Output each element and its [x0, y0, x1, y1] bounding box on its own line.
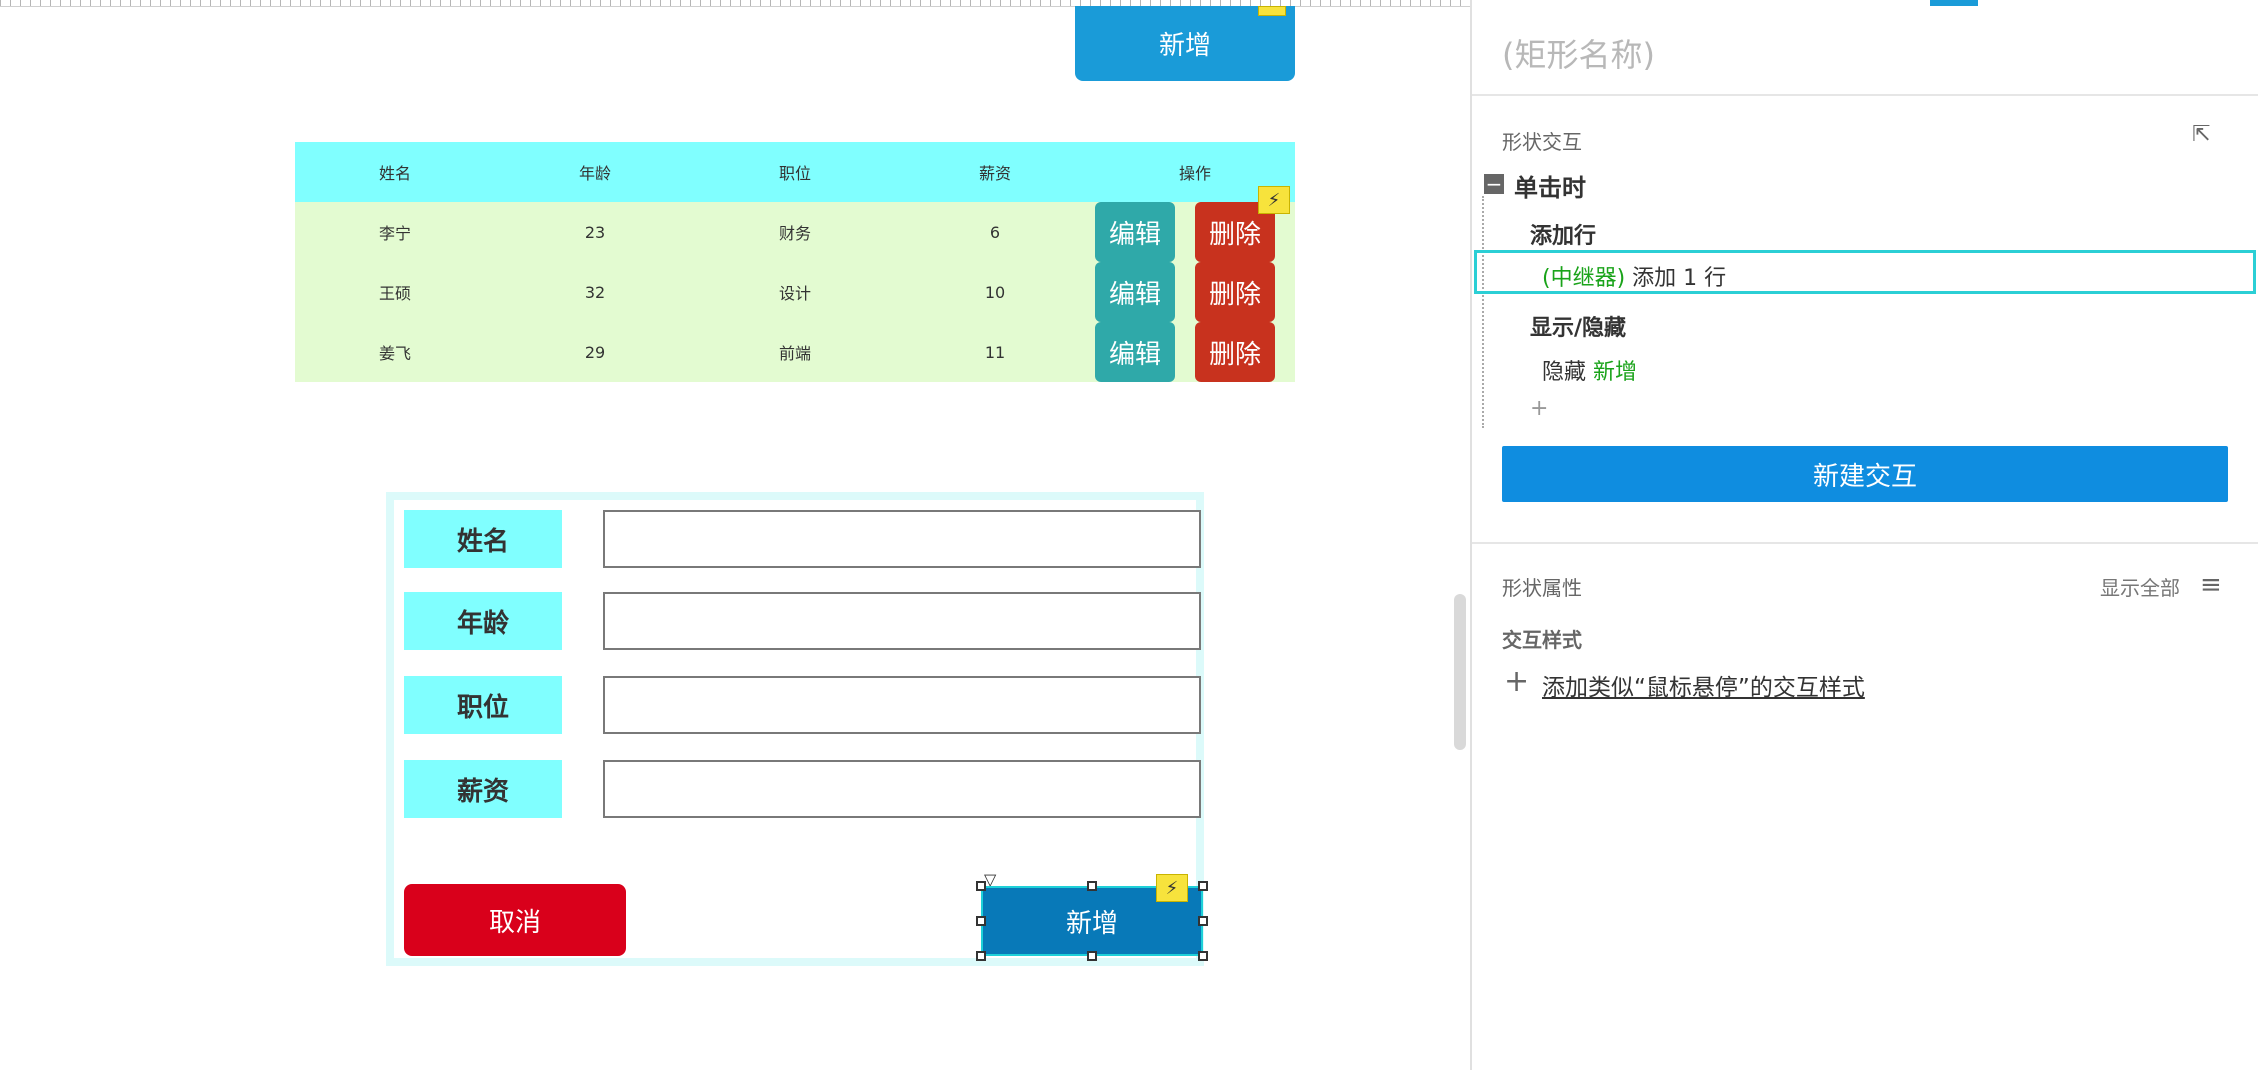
new-interaction-button[interactable]: 新建交互	[1502, 446, 2228, 502]
cell-name: 李宁	[378, 224, 411, 243]
cell-name: 姜飞	[378, 344, 411, 363]
label-age: 年龄	[404, 592, 562, 650]
delete-button[interactable]: 删除	[1195, 262, 1275, 322]
repeater-table: 姓名 年龄 职位 薪资 操作 李宁 23 财务 6 编辑 删除 王硕 32 设计…	[295, 142, 1295, 382]
cell-position: 设计	[778, 284, 811, 303]
inspector-panel: (矩形名称) 形状交互 ⇱ − 单击时 添加行 (中继器) 添加 1 行 显示/…	[1470, 0, 2258, 1070]
resize-handle[interactable]	[976, 951, 986, 961]
lightning-icon: ⚡	[1156, 874, 1188, 902]
cell-age: 23	[584, 222, 606, 242]
shape-name-field[interactable]: (矩形名称)	[1502, 30, 1655, 76]
shape-properties-label: 形状属性	[1502, 576, 1582, 600]
cell-salary: 11	[984, 342, 1006, 362]
divider	[1472, 542, 2258, 544]
show-all-link[interactable]: 显示全部	[2100, 572, 2180, 601]
header-position: 职位	[778, 164, 811, 183]
input-form: 姓名 年龄 职位 薪资 取消 ▽ 新增 ⚡	[386, 492, 1208, 966]
edit-button[interactable]: 编辑	[1095, 322, 1175, 382]
salary-input[interactable]	[603, 760, 1201, 818]
label-name: 姓名	[404, 510, 562, 568]
resize-handle[interactable]	[1087, 951, 1097, 961]
plus-icon[interactable]: +	[1504, 664, 1529, 699]
resize-handle[interactable]	[976, 916, 986, 926]
name-input[interactable]	[603, 510, 1201, 568]
action-prefix: 隐藏	[1542, 360, 1593, 385]
add-action-plus-icon[interactable]: +	[1530, 396, 1548, 421]
resize-handle[interactable]	[976, 881, 986, 891]
position-input[interactable]	[603, 676, 1201, 734]
event-on-click[interactable]: 单击时	[1514, 168, 1586, 203]
add-interaction-style-link[interactable]: 添加类似“鼠标悬停”的交互样式	[1542, 668, 1865, 702]
table-header-row: 姓名 年龄 职位 薪资 操作	[295, 142, 1295, 202]
canvas-scrollbar[interactable]	[1454, 594, 1466, 750]
cell-position: 前端	[778, 344, 811, 363]
table-row: 王硕 32 设计 10 编辑 删除	[295, 262, 1295, 322]
cell-age: 29	[584, 342, 606, 362]
panel-tab-indicator	[1930, 0, 1978, 6]
select-corner-icon[interactable]: ⇱	[2192, 122, 2222, 148]
action-show-hide[interactable]: 显示/隐藏	[1530, 310, 1626, 342]
cell-position: 财务	[778, 224, 811, 243]
top-add-button[interactable]: 新增	[1075, 6, 1295, 81]
divider	[1472, 94, 2258, 96]
header-age: 年龄	[578, 164, 611, 183]
edit-button[interactable]: 编辑	[1095, 262, 1175, 322]
cell-name: 王硕	[378, 284, 411, 303]
delete-button[interactable]: 删除	[1195, 322, 1275, 382]
design-canvas[interactable]: 新增 姓名 年龄 职位 薪资 操作 李宁 23 财务 6 编辑 删除 王硕 32…	[0, 0, 1470, 1070]
tree-connector	[1482, 196, 1484, 428]
resize-handle[interactable]	[1198, 881, 1208, 891]
age-input[interactable]	[603, 592, 1201, 650]
cell-salary: 10	[984, 282, 1006, 302]
label-position: 职位	[404, 676, 562, 734]
resize-handle[interactable]	[1198, 951, 1208, 961]
resize-handle[interactable]	[1087, 881, 1097, 891]
edit-button[interactable]: 编辑	[1095, 202, 1175, 262]
action-description: 添加 1 行	[1625, 266, 1727, 291]
resize-handle[interactable]	[1198, 916, 1208, 926]
shape-interaction-label: 形状交互	[1502, 130, 1582, 154]
cell-salary: 6	[989, 222, 1001, 242]
cell-age: 32	[584, 282, 606, 302]
action-item-hide[interactable]: 隐藏 新增	[1542, 354, 1637, 386]
target-repeater: (中继器)	[1542, 266, 1626, 291]
action-item-add-row[interactable]: (中继器) 添加 1 行	[1542, 260, 1726, 292]
interaction-style-title: 交互样式	[1502, 628, 1582, 652]
lightning-icon	[1258, 6, 1286, 16]
cancel-button[interactable]: 取消	[404, 884, 626, 956]
target-add: 新增	[1593, 360, 1638, 385]
label-salary: 薪资	[404, 760, 562, 818]
lightning-icon: ⚡	[1258, 186, 1290, 214]
table-row: 李宁 23 财务 6 编辑 删除	[295, 202, 1295, 262]
action-add-row[interactable]: 添加行	[1530, 218, 1596, 250]
minus-icon[interactable]: −	[1484, 174, 1504, 194]
menu-icon[interactable]: ≡	[2200, 570, 2222, 600]
header-name: 姓名	[378, 164, 411, 183]
table-row: 姜飞 29 前端 11 编辑 删除	[295, 322, 1295, 382]
header-salary: 薪资	[978, 164, 1011, 183]
